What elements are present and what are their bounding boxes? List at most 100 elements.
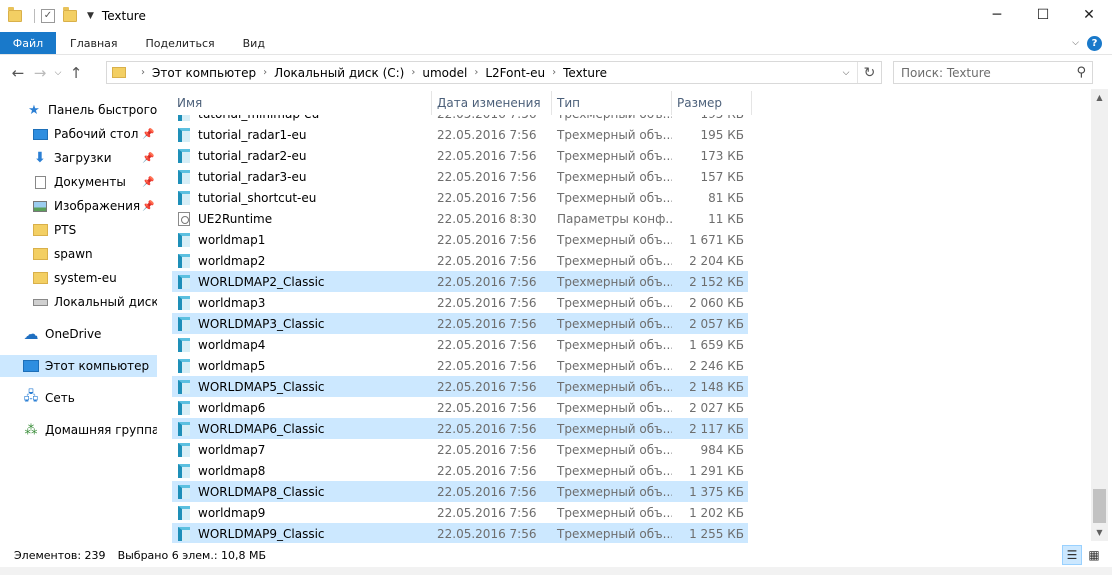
folder-icon [32,224,48,236]
file-type: Трехмерный объ... [557,190,672,205]
nav-folder-pts[interactable]: PTS [0,219,157,241]
file-type: Трехмерный объ... [557,337,672,352]
column-header-type[interactable]: Тип [552,91,672,115]
breadcrumb-chevron[interactable]: › [263,67,267,78]
file-row[interactable]: worldmap6 22.05.2016 7:56 Трехмерный объ..… [172,397,748,418]
breadcrumb-chevron[interactable]: › [474,67,478,78]
address-dropdown-icon[interactable]: ⌵ [837,62,855,83]
file-name-cell: WORLDMAP9_Classic [172,526,432,541]
texture-file-icon [178,526,190,541]
nav-documents[interactable]: Документы 📌 [0,171,157,193]
file-row[interactable]: tutorial_shortcut-eu 22.05.2016 7:56 Трехм… [172,187,748,208]
file-name: tutorial_radar3-eu [198,169,307,184]
file-row[interactable]: worldmap7 22.05.2016 7:56 Трехмерный объ..… [172,439,748,460]
nav-homegroup[interactable]: ⁂ Домашняя группа [0,419,158,441]
file-date: 22.05.2016 7:56 [437,232,537,247]
file-name-cell: worldmap5 [172,358,432,373]
nav-local-disk-f[interactable]: Локальный диск (F:) [0,291,157,313]
tab-home[interactable]: Главная [56,32,132,54]
nav-desktop[interactable]: Рабочий стол 📌 [0,123,157,145]
file-row[interactable]: WORLDMAP9_Classic 22.05.2016 7:56 Трехмерн… [172,523,748,543]
file-row[interactable]: worldmap3 22.05.2016 7:56 Трехмерный объ..… [172,292,748,313]
file-row[interactable]: WORLDMAP2_Classic 22.05.2016 7:56 Трехмерн… [172,271,748,292]
file-row[interactable]: tutorial_radar2-eu 22.05.2016 7:56 Трехмер… [172,145,748,166]
refresh-icon[interactable]: ↻ [857,62,881,83]
file-row[interactable]: worldmap5 22.05.2016 7:56 Трехмерный объ..… [172,355,748,376]
breadcrumb-local-disk-c[interactable]: Локальный диск (C:) [274,66,404,80]
file-date: 22.05.2016 7:56 [437,358,537,373]
maximize-button[interactable]: ☐ [1020,0,1066,30]
file-name: tutorial_radar1-eu [198,127,307,142]
file-row[interactable]: worldmap8 22.05.2016 7:56 Трехмерный объ..… [172,460,748,481]
file-name-cell: tutorial_shortcut-eu [172,190,432,205]
tab-file[interactable]: Файл [0,32,56,54]
file-name: worldmap5 [198,358,266,373]
file-row[interactable]: worldmap4 22.05.2016 7:56 Трехмерный объ..… [172,334,748,355]
file-type: Трехмерный объ... [557,358,672,373]
scrollbar-thumb[interactable] [1093,489,1106,523]
file-name: worldmap4 [198,337,266,352]
search-icon[interactable]: ⚲ [1076,65,1086,80]
nav-onedrive[interactable]: ☁ OneDrive [0,323,157,345]
file-row[interactable]: UE2Runtime 22.05.2016 8:30 Параметры конф.… [172,208,748,229]
file-date: 22.05.2016 7:56 [437,295,537,310]
file-row[interactable]: worldmap2 22.05.2016 7:56 Трехмерный объ..… [172,250,748,271]
nav-folder-spawn[interactable]: spawn [0,243,157,265]
file-row[interactable]: tutorial_radar3-eu 22.05.2016 7:56 Трехмер… [172,166,748,187]
column-header-size[interactable]: Размер [672,91,752,115]
file-name-cell: WORLDMAP3_Classic [172,316,432,331]
nav-pictures[interactable]: Изображения 📌 [0,195,157,217]
search-box[interactable]: ⚲ [893,61,1093,84]
file-type: Трехмерный объ... [557,442,672,457]
file-row[interactable]: WORLDMAP5_Classic 22.05.2016 7:56 Трехмерн… [172,376,748,397]
properties-icon[interactable]: ✓ [41,9,55,23]
breadcrumb-this-pc[interactable]: Этот компьютер [152,66,256,80]
breadcrumb-umodel[interactable]: umodel [422,66,467,80]
help-button[interactable]: ? [1087,35,1102,51]
file-row[interactable]: tutorial_radar1-eu 22.05.2016 7:56 Трехмер… [172,124,748,145]
file-row[interactable]: WORLDMAP3_Classic 22.05.2016 7:56 Трехмерн… [172,313,748,334]
file-row[interactable]: WORLDMAP6_Classic 22.05.2016 7:56 Трехмерн… [172,418,748,439]
file-row[interactable]: WORLDMAP8_Classic 22.05.2016 7:56 Трехмерн… [172,481,748,502]
nav-quick-access[interactable]: ★ Панель быстрого доступа [0,99,157,121]
large-icons-view-icon[interactable]: ▦ [1084,545,1104,565]
nav-downloads[interactable]: ⬇ Загрузки 📌 [0,147,157,169]
vertical-scrollbar[interactable]: ▲ ▼ [1091,89,1108,541]
expand-ribbon-icon[interactable]: ⌵ [1072,38,1079,48]
recent-locations-icon[interactable]: ⌵ [51,68,65,78]
texture-file-icon [178,253,190,268]
column-header-date[interactable]: Дата изменения [432,91,552,115]
back-arrow-icon[interactable]: ← [7,64,29,82]
tab-share[interactable]: Поделиться [132,32,229,54]
scroll-down-icon[interactable]: ▼ [1091,524,1108,541]
nav-network[interactable]: 🖧 Сеть [0,387,157,409]
file-row[interactable]: worldmap9 22.05.2016 7:56 Трехмерный объ..… [172,502,748,523]
new-folder-icon[interactable] [63,7,77,22]
close-button[interactable]: ✕ [1066,0,1112,30]
network-icon: 🖧 [23,389,39,404]
selection-info: Выбрано 6 элем.: 10,8 МБ [117,548,267,562]
forward-arrow-icon[interactable]: → [29,64,51,82]
file-date: 22.05.2016 7:56 [437,379,537,394]
details-view-icon[interactable]: ☰ [1062,545,1082,565]
breadcrumb-chevron[interactable]: › [411,67,415,78]
file-row[interactable]: worldmap1 22.05.2016 7:56 Трехмерный объ..… [172,229,748,250]
scroll-up-icon[interactable]: ▲ [1091,89,1108,106]
breadcrumb-chevron[interactable]: › [141,67,145,78]
file-size: 2 027 КБ [689,400,744,415]
config-file-icon [178,211,190,226]
up-arrow-icon[interactable]: ↑ [65,64,87,82]
breadcrumb-texture[interactable]: Texture [563,66,607,80]
search-input[interactable] [901,65,1066,80]
minimize-button[interactable]: ─ [974,0,1020,30]
column-header-name[interactable]: Имя ^ [172,89,432,115]
breadcrumb-l2font-eu[interactable]: L2Font-eu [485,66,545,80]
nav-this-pc[interactable]: Этот компьютер [0,355,157,377]
navigation-pane: ★ Панель быстрого доступа Рабочий стол 📌… [0,89,157,541]
tab-view[interactable]: Вид [229,32,279,54]
nav-folder-system-eu[interactable]: system-eu [0,267,157,289]
breadcrumb-chevron[interactable]: › [552,67,556,78]
customize-toolbar-icon[interactable]: ▼ [87,11,94,21]
address-bar[interactable]: › Этот компьютер › Локальный диск (C:) ›… [106,61,882,84]
file-name: WORLDMAP9_Classic [198,526,325,541]
